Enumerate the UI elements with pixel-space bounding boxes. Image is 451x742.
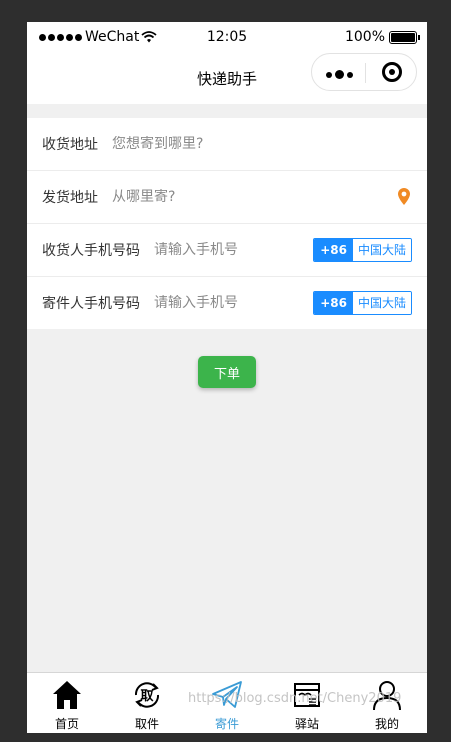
tab-label: 驿站 bbox=[294, 717, 319, 731]
country-code: +86 bbox=[314, 239, 353, 261]
receiver-phone-input[interactable] bbox=[154, 242, 304, 258]
receiver-region-selector[interactable]: +86 中国大陆 bbox=[313, 238, 412, 262]
tab-home[interactable]: 首页 bbox=[27, 673, 107, 733]
receive-address-label: 收货地址 bbox=[42, 137, 98, 153]
country-name: 中国大陆 bbox=[352, 239, 411, 261]
capsule-divider bbox=[365, 63, 366, 83]
place-order-button[interactable]: 下单 bbox=[198, 356, 256, 388]
navigation-bar: 快递助手 bbox=[27, 52, 427, 104]
battery-status: 100% bbox=[344, 29, 420, 45]
pickup-icon: 取 bbox=[134, 682, 160, 708]
tab-label: 寄件 bbox=[214, 717, 239, 731]
mini-program-capsule bbox=[311, 53, 417, 91]
sender-region-selector[interactable]: +86 中国大陆 bbox=[313, 291, 412, 315]
tab-label: 取件 bbox=[134, 717, 159, 731]
svg-text:取: 取 bbox=[140, 689, 154, 704]
location-pin-icon[interactable] bbox=[398, 188, 410, 205]
target-icon[interactable] bbox=[382, 62, 402, 82]
receive-address-row: 收货地址 bbox=[27, 118, 427, 171]
battery-percent: 100% bbox=[344, 29, 385, 45]
battery-icon bbox=[389, 30, 420, 44]
more-dots-icon[interactable] bbox=[326, 70, 353, 79]
address-form: 收货地址 发货地址 收货人手机号码 +86 中国大陆 寄件人手机号码 +86 bbox=[27, 118, 427, 329]
tab-label: 我的 bbox=[374, 717, 399, 731]
send-address-row: 发货地址 bbox=[27, 171, 427, 224]
send-address-label: 发货地址 bbox=[42, 190, 98, 206]
status-bar: WeChat 12:05 100% bbox=[27, 22, 427, 52]
home-icon bbox=[53, 681, 81, 709]
watermark-text: https://blog.csdn.net/Cheny2019 bbox=[188, 691, 402, 706]
phone-screen: WeChat 12:05 100% 快递助手 收货地址 您想寄到哪里? 发货地址… bbox=[27, 22, 427, 733]
sender-phone-row: 寄件人手机号码 +86 中国大陆 bbox=[27, 277, 427, 329]
receiver-phone-label: 收货人手机号码 bbox=[42, 243, 140, 259]
receiver-phone-row: 收货人手机号码 +86 中国大陆 bbox=[27, 224, 427, 277]
receive-address-input[interactable] bbox=[112, 136, 262, 152]
country-code: +86 bbox=[314, 292, 353, 314]
send-address-input[interactable] bbox=[112, 189, 262, 205]
country-name: 中国大陆 bbox=[352, 292, 411, 314]
sender-phone-label: 寄件人手机号码 bbox=[42, 296, 140, 312]
sender-phone-input[interactable] bbox=[154, 295, 304, 311]
tab-label: 首页 bbox=[54, 717, 79, 731]
tab-pickup[interactable]: 取 取件 bbox=[107, 673, 187, 733]
